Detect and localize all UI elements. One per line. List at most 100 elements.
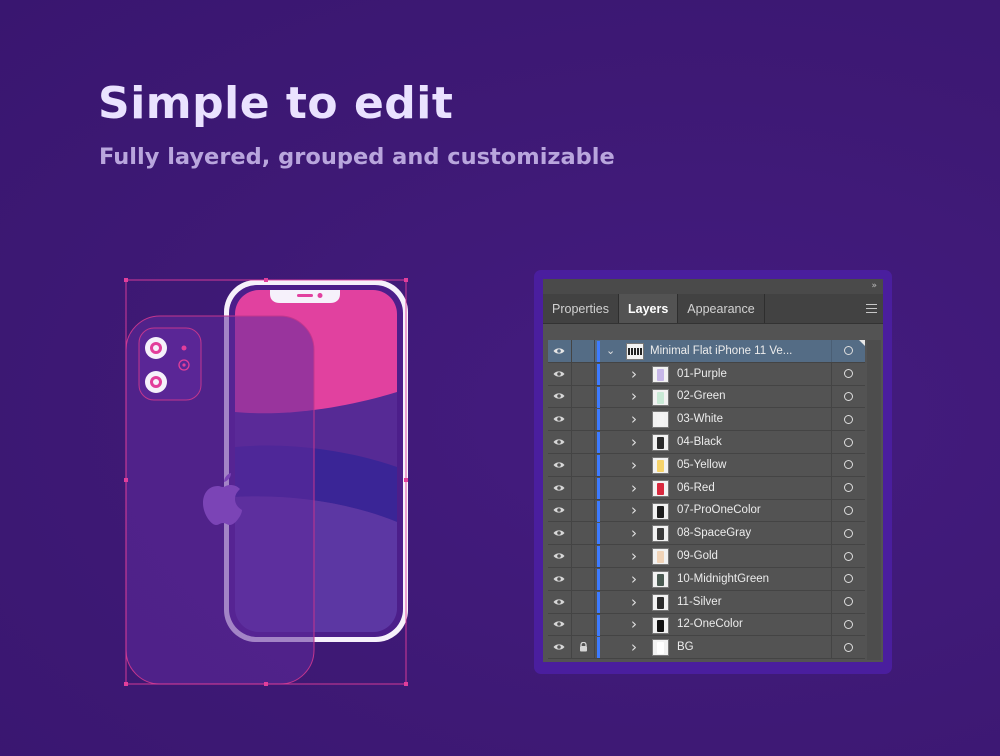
chevron-right-icon[interactable]: › — [631, 363, 637, 385]
visibility-eye-icon[interactable] — [548, 614, 570, 636]
chevron-right-icon[interactable]: › — [631, 614, 637, 636]
visibility-eye-icon[interactable] — [548, 591, 570, 613]
layer-name: 06-Red — [677, 481, 715, 494]
chevron-right-icon[interactable]: › — [631, 408, 637, 430]
lock-toggle[interactable] — [571, 408, 595, 431]
lock-toggle[interactable] — [571, 385, 595, 408]
lock-toggle[interactable] — [571, 453, 595, 476]
lock-toggle[interactable] — [571, 613, 595, 636]
chevron-right-icon[interactable]: › — [631, 454, 637, 476]
visibility-eye-icon[interactable] — [548, 454, 570, 476]
visibility-eye-icon[interactable] — [548, 408, 570, 430]
target-circle-icon[interactable] — [844, 437, 853, 447]
target-indicator[interactable] — [831, 362, 865, 385]
target-circle-icon[interactable] — [844, 483, 853, 493]
target-indicator[interactable] — [831, 408, 865, 431]
layer-row-top[interactable]: ⌄ Minimal Flat iPhone 11 Ve... — [548, 340, 865, 363]
chevron-right-icon[interactable]: › — [631, 522, 637, 544]
lock-toggle[interactable] — [571, 431, 595, 453]
tab-appearance[interactable]: Appearance — [678, 294, 765, 323]
visibility-eye-icon[interactable] — [548, 568, 570, 590]
target-circle-icon[interactable] — [844, 551, 853, 561]
layer-row[interactable]: › 05-Yellow — [548, 453, 865, 477]
target-circle-icon[interactable] — [844, 619, 853, 629]
target-circle-icon[interactable] — [844, 414, 853, 424]
lock-toggle[interactable] — [571, 476, 595, 499]
target-indicator[interactable] — [831, 545, 865, 567]
target-circle-icon[interactable] — [844, 369, 853, 379]
target-circle-icon[interactable] — [844, 597, 853, 607]
apple-logo-icon — [203, 485, 242, 525]
layer-row[interactable]: › 02-Green — [548, 385, 865, 409]
lock-toggle[interactable] — [571, 545, 595, 567]
thumbnail-swatch — [657, 437, 664, 450]
visibility-eye-icon[interactable] — [548, 545, 570, 567]
target-indicator[interactable] — [831, 476, 865, 499]
target-indicator[interactable] — [831, 385, 865, 408]
chevron-down-icon[interactable]: ⌄ — [606, 340, 615, 362]
lock-toggle[interactable] — [571, 362, 595, 385]
hamburger-menu-icon[interactable] — [866, 304, 877, 313]
lock-toggle[interactable] — [571, 522, 595, 545]
target-indicator[interactable] — [831, 431, 865, 453]
target-indicator[interactable] — [831, 522, 865, 545]
layer-color-bar — [597, 614, 600, 636]
target-indicator[interactable] — [831, 453, 865, 476]
target-circle-icon[interactable] — [844, 460, 853, 470]
chevron-right-icon[interactable]: › — [631, 431, 637, 453]
layer-row[interactable]: › 04-Black — [548, 431, 865, 454]
target-indicator[interactable] — [831, 499, 865, 522]
visibility-eye-icon[interactable] — [548, 477, 570, 499]
target-circle-icon[interactable] — [844, 528, 853, 538]
layer-row[interactable]: › 11-Silver — [548, 590, 865, 614]
lock-toggle[interactable] — [571, 340, 595, 362]
lock-toggle[interactable] — [571, 567, 595, 590]
target-circle-icon[interactable] — [844, 574, 853, 584]
visibility-eye-icon[interactable] — [548, 522, 570, 544]
thumbnail-swatch — [657, 505, 664, 518]
visibility-eye-icon[interactable] — [548, 500, 570, 522]
visibility-eye-icon[interactable] — [548, 340, 570, 362]
tab-properties[interactable]: Properties — [543, 294, 619, 323]
target-circle-icon[interactable] — [844, 391, 853, 401]
layer-row[interactable]: › 01-Purple — [548, 362, 865, 386]
chevron-right-icon[interactable]: › — [631, 545, 637, 567]
chevron-right-icon[interactable]: › — [631, 386, 637, 408]
lock-toggle[interactable] — [571, 499, 595, 522]
scrollbar[interactable] — [867, 340, 881, 660]
target-circle-icon[interactable] — [844, 505, 853, 515]
visibility-eye-icon[interactable] — [548, 636, 570, 658]
target-indicator[interactable] — [831, 567, 865, 590]
layer-row[interactable]: › BG — [548, 636, 865, 660]
layer-row[interactable]: › 10-MidnightGreen — [548, 567, 865, 591]
layer-thumbnail — [652, 593, 669, 611]
layer-thumbnail — [652, 456, 669, 474]
target-indicator[interactable] — [831, 636, 865, 659]
chevron-right-icon[interactable]: › — [631, 477, 637, 499]
chevron-right-icon[interactable]: › — [631, 636, 637, 658]
lock-toggle[interactable] — [571, 590, 595, 613]
target-indicator[interactable] — [831, 613, 865, 636]
lock-toggle[interactable] — [571, 636, 595, 659]
visibility-eye-icon[interactable] — [548, 386, 570, 408]
layer-row[interactable]: › 09-Gold — [548, 545, 865, 568]
layer-row[interactable]: › 03-White — [548, 408, 865, 432]
layer-row[interactable]: › 07-ProOneColor — [548, 499, 865, 523]
layer-row[interactable]: › 06-Red — [548, 476, 865, 500]
chevron-right-icon[interactable]: › — [631, 591, 637, 613]
chevron-right-icon[interactable]: › — [631, 500, 637, 522]
collapse-panel-icon[interactable]: » — [871, 280, 877, 292]
layer-row[interactable]: › 12-OneColor — [548, 613, 865, 637]
layer-color-bar — [597, 546, 600, 568]
layer-color-bar — [597, 477, 600, 499]
target-circle-icon[interactable] — [844, 642, 853, 652]
layer-name: 12-OneColor — [677, 618, 743, 631]
chevron-right-icon[interactable]: › — [631, 568, 637, 590]
lock-icon[interactable] — [579, 642, 588, 652]
target-indicator[interactable] — [831, 590, 865, 613]
target-circle-icon[interactable] — [844, 346, 853, 356]
visibility-eye-icon[interactable] — [548, 431, 570, 453]
layer-row[interactable]: › 08-SpaceGray — [548, 522, 865, 546]
visibility-eye-icon[interactable] — [548, 363, 570, 385]
tab-layers[interactable]: Layers — [618, 294, 679, 323]
